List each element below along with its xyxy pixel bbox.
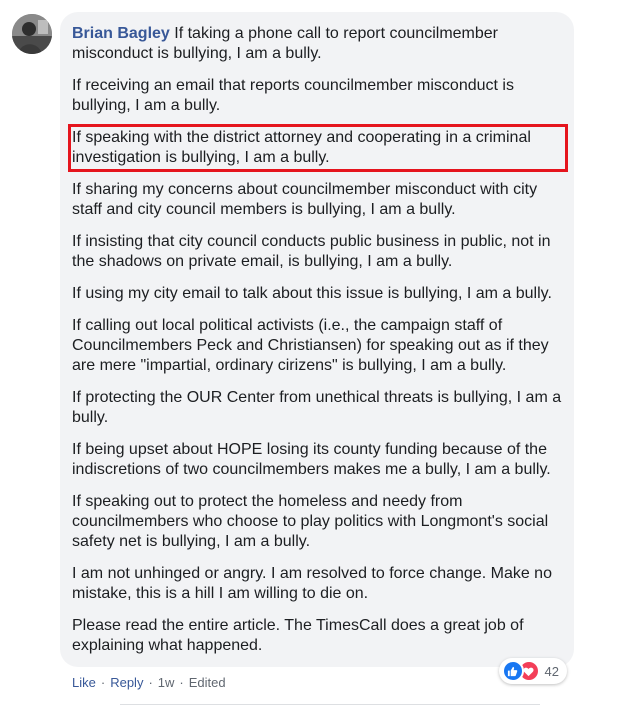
highlighted-comment-paragraph: If speaking with the district attorney a… <box>68 124 568 172</box>
profile-photo <box>12 14 52 54</box>
avatar[interactable] <box>12 14 52 54</box>
like-button[interactable]: Like <box>72 675 96 690</box>
comment-paragraph: Brian Bagley If taking a phone call to r… <box>72 24 564 64</box>
comment-paragraph: If sharing my concerns about councilmemb… <box>72 181 538 218</box>
comment-paragraph: If insisting that city council conducts … <box>72 233 551 270</box>
comment-paragraph: If speaking out to protect the homeless … <box>72 493 549 550</box>
separator-dot: · <box>100 675 106 690</box>
timestamp-link[interactable]: 1w <box>158 675 175 690</box>
comment-paragraph: If using my city email to talk about thi… <box>72 285 552 302</box>
author-name-link[interactable]: Brian Bagley <box>72 25 170 42</box>
reactions-summary[interactable]: 42 <box>498 658 567 684</box>
comment-bubble: Brian Bagley If taking a phone call to r… <box>60 12 574 684</box>
separator-dot: · <box>179 675 184 690</box>
comment-paragraph: If protecting the OUR Center from unethi… <box>72 389 562 426</box>
comment-paragraph: I am not unhinged or angry. I am resolve… <box>72 565 552 602</box>
reaction-count: 42 <box>544 663 559 679</box>
comment-paragraph: If calling out local political activists… <box>72 317 549 374</box>
divider <box>120 704 540 705</box>
edited-label[interactable]: Edited <box>189 675 226 690</box>
separator-dot: · <box>148 675 153 690</box>
comment-paragraph: Please read the entire article. The Time… <box>72 617 524 654</box>
comment-paragraph: If receiving an email that reports counc… <box>72 77 514 114</box>
comment-paragraph: If being upset about HOPE losing its cou… <box>72 441 551 478</box>
reply-button[interactable]: Reply <box>110 675 143 690</box>
like-icon <box>501 660 524 682</box>
comment-actions: Like · Reply · 1w · Edited <box>72 675 226 691</box>
